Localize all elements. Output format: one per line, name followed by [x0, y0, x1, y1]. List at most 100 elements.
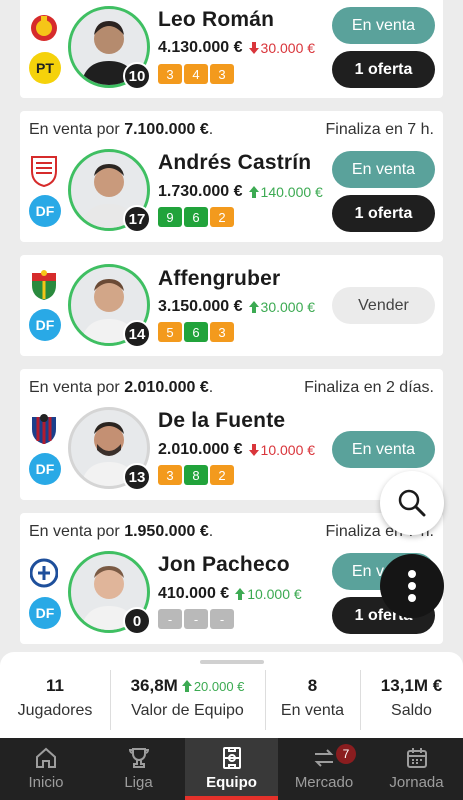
stat-team-value: 36,8M 20.000 € Valor de Equipo [110, 670, 265, 730]
points-box: 3 [158, 465, 182, 485]
sale-suffix: . [208, 523, 214, 540]
value-change: 30.000 € [248, 40, 316, 56]
offers-button[interactable]: 1 oferta [332, 51, 435, 88]
stat-label: Jugadores [17, 702, 93, 719]
team-icon [222, 747, 241, 769]
nav-mercado[interactable]: Mercado 7 [278, 738, 370, 800]
player-card[interactable]: En venta por 7.100.000 €. Finaliza en 7 … [20, 111, 443, 242]
value-change-amount: 30.000 € [260, 299, 316, 315]
sale-ends: Finaliza en 7 h. [325, 121, 434, 138]
arrow-up-icon [248, 301, 259, 313]
stat-on-sale: 8 En venta [265, 670, 360, 730]
sale-amount: 7.100.000 € [124, 121, 209, 138]
shirt-number: 14 [123, 320, 151, 348]
market-value: 4.130.000 € [158, 39, 243, 56]
points-box: - [158, 609, 182, 629]
en-venta-button[interactable]: En venta [332, 431, 435, 468]
player-value: 410.000 € 10.000 € [158, 585, 302, 603]
player-card[interactable]: En venta por 1.950.000 €. Finaliza en 7 … [20, 513, 443, 644]
player-value: 4.130.000 € 30.000 € [158, 39, 315, 57]
position-badge: DF [29, 597, 61, 629]
player-name[interactable]: Andrés Castrín [158, 151, 311, 175]
en-venta-button[interactable]: En venta [332, 7, 435, 44]
points-box: 5 [158, 322, 182, 342]
sell-button[interactable]: Vender [332, 287, 435, 324]
nav-label: Inicio [28, 774, 64, 791]
shirt-number: 17 [123, 205, 151, 233]
value-change: 30.000 € [248, 299, 316, 315]
club-crest-icon [30, 558, 58, 588]
more-options-button[interactable] [380, 554, 444, 618]
recent-points: 5 6 3 [158, 322, 234, 342]
arrow-up-icon [248, 186, 259, 198]
position-badge: DF [29, 453, 61, 485]
stat-value: 36,8M [130, 676, 178, 695]
stat-value: 11 [46, 676, 64, 695]
shirt-number: 13 [123, 463, 151, 491]
market-value: 1.730.000 € [158, 183, 243, 200]
value-change-amount: 10.000 € [260, 442, 316, 458]
shirt-number: 10 [123, 62, 151, 90]
sheet-drag-handle[interactable] [200, 660, 264, 664]
value-change: 10.000 € [248, 442, 316, 458]
more-vertical-icon [408, 570, 416, 602]
arrow-up-icon [181, 680, 192, 692]
bottom-nav: Inicio Liga Equipo Mercado 7 Jornada [0, 738, 463, 800]
arrow-down-icon [248, 444, 259, 456]
nav-inicio[interactable]: Inicio [0, 738, 92, 800]
search-button[interactable] [380, 471, 444, 535]
stat-players: 11 Jugadores [0, 670, 110, 730]
value-change-amount: 140.000 € [260, 184, 323, 200]
stat-balance: 13,1M € Saldo [360, 670, 463, 730]
value-change-amount: 30.000 € [260, 40, 316, 56]
points-box: 2 [210, 207, 234, 227]
sale-info: En venta por 1.950.000 €. Finaliza en 7 … [29, 523, 434, 541]
value-change: 10.000 € [235, 586, 302, 602]
club-crest-icon [31, 15, 57, 41]
offers-button[interactable]: 1 oferta [332, 195, 435, 232]
en-venta-button[interactable]: En venta [332, 151, 435, 188]
player-value: 3.150.000 € 30.000 € [158, 298, 315, 316]
points-box: 3 [210, 64, 234, 84]
points-box: 4 [184, 64, 208, 84]
club-crest-icon [32, 414, 56, 444]
sale-info: En venta por 2.010.000 €. Finaliza en 2 … [29, 379, 434, 397]
position-badge: DF [29, 195, 61, 227]
value-change: 140.000 € [248, 184, 323, 200]
nav-equipo[interactable]: Equipo [185, 738, 278, 800]
stat-value: 13,1M € [380, 676, 443, 695]
player-card[interactable]: PT 10 Leo Román 4.130.000 € 30.000 € 3 4… [20, 0, 443, 98]
calendar-icon [406, 748, 427, 768]
sale-prefix: En venta por [29, 121, 120, 138]
stat-label: Valor de Equipo [131, 702, 244, 719]
market-value: 3.150.000 € [158, 298, 243, 315]
player-card[interactable]: DF 14 Affengruber 3.150.000 € 30.000 € 5… [20, 255, 443, 356]
nav-label: Liga [124, 774, 153, 791]
player-name[interactable]: Leo Román [158, 8, 274, 32]
recent-points: 3 4 3 [158, 64, 234, 84]
club-crest-icon [31, 156, 57, 187]
player-name[interactable]: De la Fuente [158, 409, 285, 433]
points-box: 6 [184, 207, 208, 227]
sale-info: En venta por 7.100.000 €. Finaliza en 7 … [29, 121, 434, 139]
points-box: 3 [158, 64, 182, 84]
player-name[interactable]: Jon Pacheco [158, 553, 290, 577]
player-card[interactable]: En venta por 2.010.000 €. Finaliza en 2 … [20, 369, 443, 500]
search-icon [398, 489, 426, 517]
sale-amount: 2.010.000 € [124, 379, 209, 396]
sale-suffix: . [208, 379, 214, 396]
stat-value: 8 [307, 676, 318, 695]
points-box: - [184, 609, 208, 629]
points-box: 3 [210, 322, 234, 342]
points-box: 8 [184, 465, 208, 485]
nav-jornada[interactable]: Jornada [370, 738, 463, 800]
nav-liga[interactable]: Liga [92, 738, 185, 800]
team-summary-panel: 11 Jugadores 36,8M 20.000 € Valor de Equi… [0, 652, 463, 740]
home-icon [36, 747, 56, 768]
stat-change: 20.000 € [181, 679, 244, 694]
stat-value-row: 36,8M 20.000 € [110, 676, 265, 696]
player-name[interactable]: Affengruber [158, 267, 280, 291]
points-box: 9 [158, 207, 182, 227]
trophy-icon [128, 748, 149, 768]
market-value: 2.010.000 € [158, 441, 243, 458]
